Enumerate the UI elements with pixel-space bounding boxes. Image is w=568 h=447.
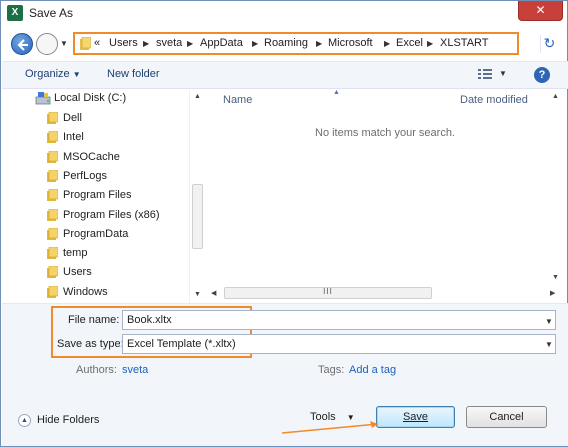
chevron-down-icon: ▼: [72, 70, 81, 79]
breadcrumb-roaming[interactable]: Roaming: [264, 37, 308, 49]
empty-list-message: No items match your search.: [315, 127, 455, 139]
scroll-left-icon[interactable]: ◀: [211, 289, 216, 297]
close-button[interactable]: ✕: [518, 1, 563, 21]
folder-icon: [47, 150, 58, 163]
drive-icon: [35, 92, 51, 105]
column-header-name[interactable]: Name: [223, 94, 252, 106]
horizontal-scroll-thumb[interactable]: III: [224, 287, 432, 299]
scroll-right-icon[interactable]: ▶: [550, 289, 555, 297]
chevron-down-icon[interactable]: ▼: [545, 340, 553, 349]
folder-icon: [47, 112, 58, 124]
tree-item-label: ProgramData: [63, 227, 129, 240]
tree-item-label: Dell: [63, 112, 82, 124]
tree-item-label: Local Disk (C:): [54, 92, 127, 104]
hide-folders-button[interactable]: Hide Folders: [37, 414, 99, 426]
navigation-pane[interactable]: Local Disk (C:) Dell Intel MSOCache PerfLog…: [2, 90, 208, 303]
breadcrumb-sveta[interactable]: sveta: [156, 37, 182, 49]
tree-item-label: temp: [63, 247, 88, 260]
breadcrumb-appdata[interactable]: AppData: [200, 37, 243, 49]
organize-menu[interactable]: Organize ▼: [25, 68, 81, 80]
tree-item-label: MSOCache: [63, 150, 120, 163]
new-folder-button[interactable]: New folder: [107, 68, 160, 80]
folder-icon: [47, 131, 58, 144]
refresh-icon[interactable]: ↻: [540, 35, 558, 53]
folder-icon: [47, 208, 58, 221]
forward-button[interactable]: [36, 33, 58, 55]
organize-label: Organize: [25, 68, 70, 80]
scroll-up-icon[interactable]: ▲: [194, 93, 201, 100]
breadcrumb-separator-icon[interactable]: ▶: [427, 39, 433, 48]
tree-item-label: Users: [63, 266, 92, 279]
sort-ascending-icon: ▲: [333, 89, 340, 96]
folder-icon: [47, 247, 58, 260]
breadcrumb-microsoft[interactable]: Microsoft: [328, 37, 373, 49]
file-name-input[interactable]: Book.xltx: [122, 310, 556, 330]
save-as-type-label: Save as type:: [57, 338, 124, 350]
scroll-down-icon[interactable]: ▼: [194, 291, 201, 298]
tree-item-folder[interactable]: Program Files (x86): [2, 207, 192, 226]
breadcrumb-separator-icon[interactable]: ▶: [384, 39, 390, 48]
authors-value[interactable]: sveta: [122, 364, 148, 376]
back-button[interactable]: [11, 33, 33, 55]
title-bar: X Save As ✕: [1, 1, 567, 26]
view-dropdown-icon[interactable]: ▼: [499, 69, 507, 78]
window-title: Save As: [29, 6, 74, 20]
tree-item-folder[interactable]: ProgramData: [2, 226, 192, 245]
file-name-label: File name:: [68, 314, 120, 326]
folder-icon: [47, 266, 58, 279]
address-bar[interactable]: « Users ▶ sveta ▶ AppData ▶ Roaming ▶ Mi…: [73, 32, 519, 55]
tree-item-label: Program Files (x86): [63, 208, 160, 221]
tree-item-folder[interactable]: Windows: [2, 284, 192, 303]
save-as-dialog: X Save As ✕ ▼ « Users ▶ sveta ▶ AppData …: [0, 0, 568, 447]
cancel-button[interactable]: Cancel: [466, 406, 547, 428]
tree-item-local-disk[interactable]: Local Disk (C:): [2, 90, 192, 109]
recent-locations-dropdown[interactable]: ▼: [60, 39, 69, 48]
folder-icon: [47, 189, 58, 202]
command-bar: Organize ▼ New folder ▼ ?: [2, 61, 568, 89]
tree-item-folder[interactable]: Program Files: [2, 187, 192, 206]
tags-input[interactable]: Add a tag: [349, 364, 396, 376]
folder-icon: [47, 169, 58, 182]
tags-label: Tags:: [318, 364, 345, 376]
tree-item-folder[interactable]: MSOCache: [2, 149, 192, 168]
tree-item-label: Windows: [63, 285, 108, 298]
view-options-icon[interactable]: [478, 69, 492, 79]
column-header-date-modified[interactable]: Date modified: [460, 94, 528, 106]
tree-item-folder[interactable]: Dell: [2, 110, 192, 129]
folder-icon: [47, 227, 58, 240]
authors-label: Authors:: [76, 364, 117, 376]
breadcrumb-overflow[interactable]: «: [94, 37, 100, 49]
tree-item-folder[interactable]: Intel: [2, 129, 192, 148]
navigation-scroll-thumb[interactable]: [192, 184, 203, 249]
breadcrumb-separator-icon[interactable]: ▶: [187, 39, 193, 48]
breadcrumb-excel[interactable]: Excel: [396, 37, 423, 49]
folder-icon: [80, 37, 91, 50]
breadcrumb-separator-icon[interactable]: ▶: [143, 39, 149, 48]
breadcrumb-separator-icon[interactable]: ▶: [252, 39, 258, 48]
scroll-down-icon[interactable]: ▼: [552, 274, 559, 281]
annotation-arrow-icon: [282, 421, 379, 434]
tree-item-label: PerfLogs: [63, 169, 108, 182]
list-vertical-scrollbar[interactable]: ▲ ▼: [548, 90, 562, 286]
chevron-up-icon[interactable]: ▲: [18, 414, 31, 427]
tree-item-folder[interactable]: Users: [2, 264, 192, 283]
breadcrumb-separator-icon[interactable]: ▶: [316, 39, 322, 48]
help-icon[interactable]: ?: [534, 67, 550, 83]
tree-item-label: Intel: [63, 131, 84, 144]
tree-item-label: Program Files: [63, 189, 132, 202]
scroll-up-icon[interactable]: ▲: [552, 93, 559, 100]
breadcrumb-users[interactable]: Users: [109, 37, 138, 49]
back-arrow-icon: [17, 39, 28, 51]
tree-item-folder[interactable]: PerfLogs: [2, 168, 192, 187]
tree-item-folder[interactable]: temp: [2, 245, 192, 264]
save-as-type-select[interactable]: Excel Template (*.xltx): [122, 334, 556, 354]
excel-icon: X: [7, 5, 23, 21]
file-name-dropdown-icon[interactable]: ▼: [545, 317, 553, 326]
folder-icon: [47, 285, 58, 298]
breadcrumb-xlstart[interactable]: XLSTART: [440, 37, 489, 49]
